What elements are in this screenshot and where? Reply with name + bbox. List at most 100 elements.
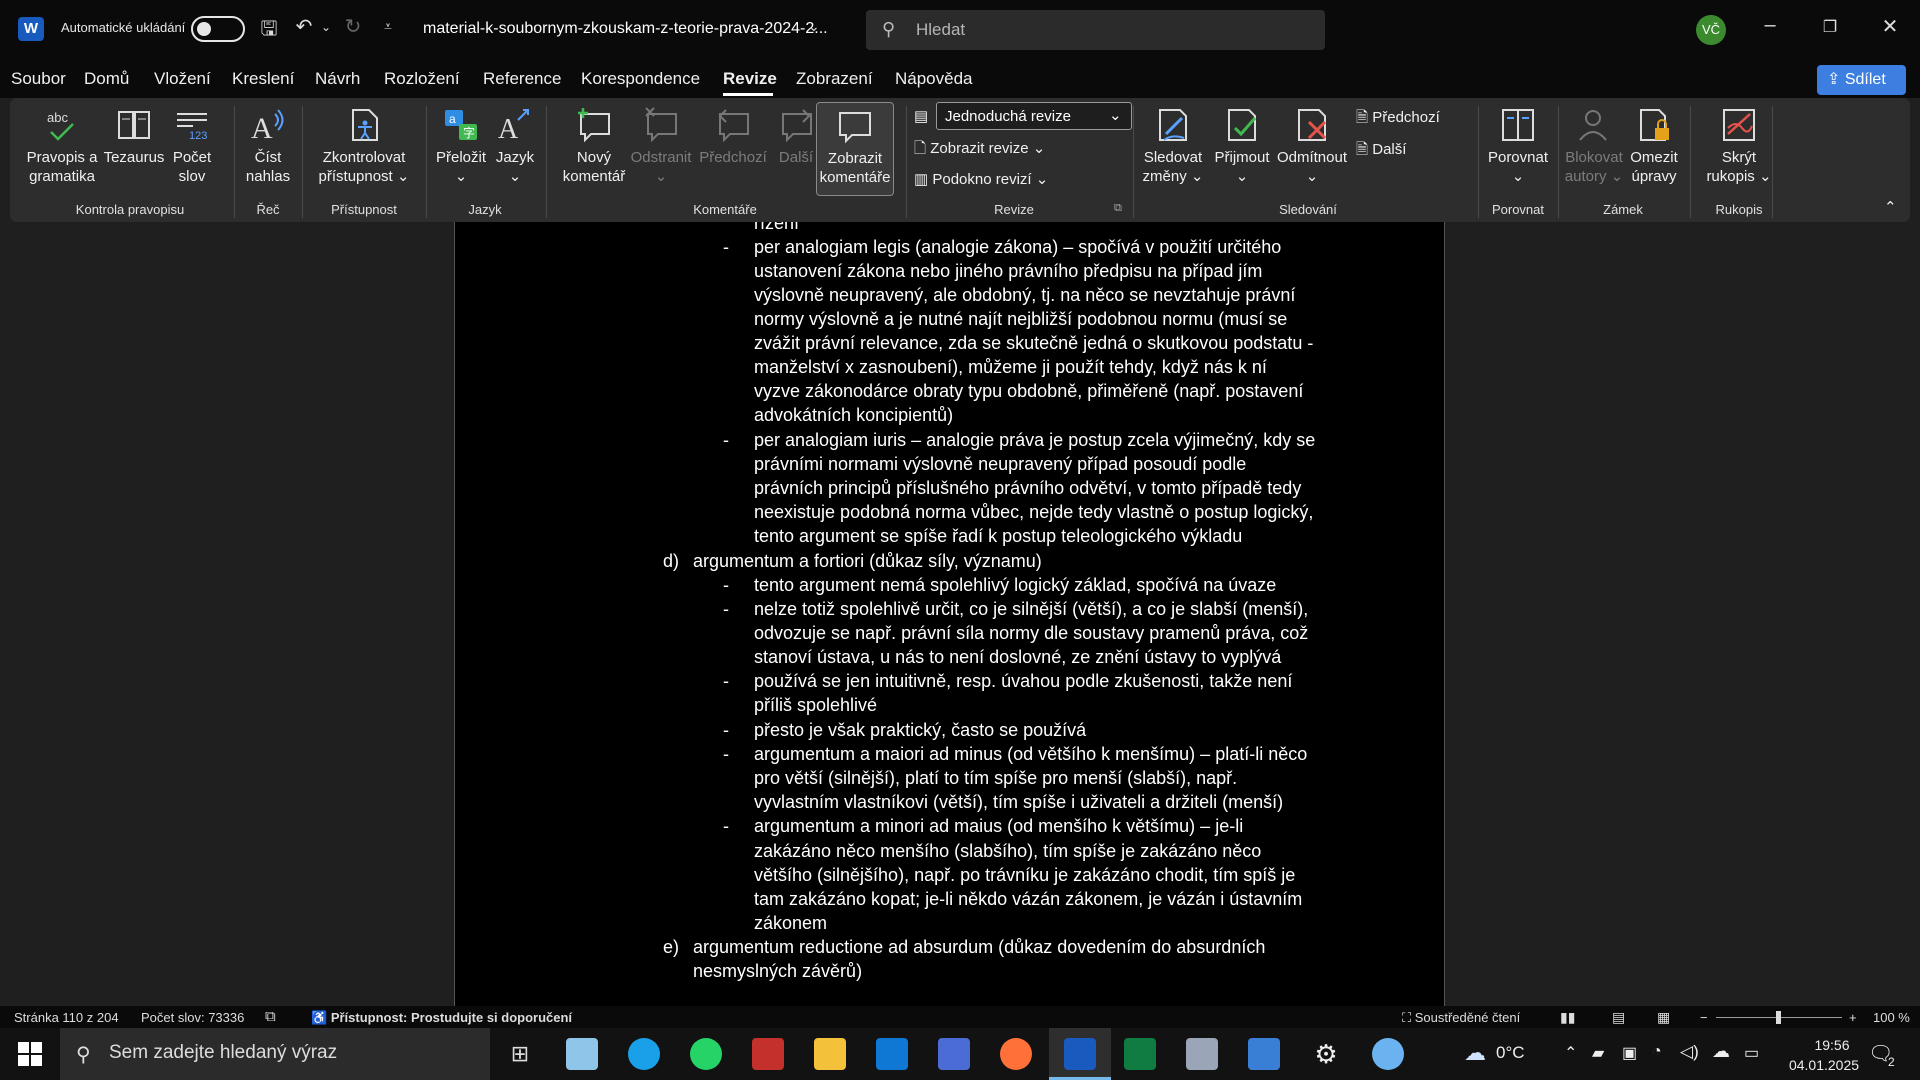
autosave-toggle[interactable] [191,16,245,42]
save-icon[interactable]: 🖫 [256,14,282,48]
share-button[interactable]: ⇪ Sdílet [1817,65,1906,95]
weather-icon[interactable]: ☁ [1464,1040,1486,1066]
menu-kresleni[interactable]: Kreslení [232,69,294,89]
divider [906,106,907,218]
accessibility-icon [352,109,378,141]
outlook-icon[interactable] [876,1038,908,1070]
windows-start-icon[interactable] [16,1040,44,1068]
volume-icon[interactable]: ◁) [1680,1042,1699,1062]
spelling-grammar-button[interactable]: abc Pravopis a gramatika [22,106,102,186]
zoom-slider-thumb[interactable] [1776,1011,1781,1024]
focus-mode-button[interactable]: ⛶ Soustředěné čtení [1402,1010,1520,1026]
file-explorer-icon[interactable] [814,1038,846,1070]
app-icon[interactable] [1186,1038,1218,1070]
tray-overflow-icon[interactable]: ⌃ [1564,1043,1577,1063]
accept-button[interactable]: Přijmout ⌄ [1210,106,1274,186]
web-layout-icon[interactable]: ▦ [1657,1009,1670,1026]
delete-comment-button[interactable]: Odstranit ⌄ [620,106,702,186]
close-icon[interactable]: ✕ [1875,14,1905,39]
group-language: Jazyk [468,202,502,217]
app-icon[interactable] [752,1038,784,1070]
restrict-editing-button[interactable]: Omezit úpravy [1624,106,1684,186]
divider [1478,106,1479,218]
menu-reference[interactable]: Reference [483,69,561,89]
undo-dropdown-icon[interactable]: ⌄ [313,20,339,34]
settings-icon[interactable]: ⚙ [1310,1038,1342,1070]
menu-napoveda[interactable]: Nápověda [895,69,973,89]
group-tracking: Sledování [1279,202,1337,217]
show-markup-button[interactable]: 🗋 Zobrazit revize ⌄ [914,138,1045,163]
reviewing-pane-button[interactable]: ▥ Podokno revizí ⌄ [914,170,1048,188]
device-icon[interactable]: ▣ [1622,1043,1637,1063]
previous-comment-button[interactable]: Předchozí [692,106,774,167]
app-icon[interactable] [566,1038,598,1070]
text-line: advokátních koncipientů) [754,405,954,425]
show-comments-button[interactable]: Zobrazit komentáře [816,102,894,196]
text-line: nelze totiž spolehlivě určit, co je siln… [754,599,1309,619]
accessibility-status[interactable]: ♿ Přístupnost: Prostudujte si doporučení [311,1010,572,1026]
collapse-ribbon-icon[interactable]: ⌃ [1884,198,1897,216]
compare-button[interactable]: Porovnat ⌄ [1484,106,1552,186]
menu-rozlozeni[interactable]: Rozložení [384,69,460,89]
restore-icon[interactable]: ❐ [1815,17,1845,37]
firefox-icon[interactable] [1000,1038,1032,1070]
reject-button[interactable]: Odmítnout ⌄ [1274,106,1350,186]
paint-icon[interactable] [1372,1038,1404,1070]
edge-icon[interactable] [628,1038,660,1070]
check-accessibility-button[interactable]: Zkontrolovat přístupnost ⌄ [308,106,420,186]
onedrive-icon[interactable]: ☁ [1712,1041,1730,1062]
dialog-launcher-icon[interactable]: ⧉ [1114,202,1122,215]
customize-toolbar-icon[interactable]: ⩡ [375,18,401,35]
minimize-icon[interactable]: – [1755,14,1785,37]
markup-mode-select[interactable]: Jednoduchá revize ⌄ [936,102,1132,130]
menu-domu[interactable]: Domů [84,69,129,89]
calculator-icon[interactable] [1248,1038,1280,1070]
document-page[interactable]: řízení - per analogiam legis (analogie z… [454,222,1445,1006]
task-view-icon[interactable]: ⊞ [504,1038,536,1070]
menu-revize[interactable]: Revize [723,69,777,89]
zoom-out-icon[interactable]: − [1700,1010,1708,1025]
read-aloud-button[interactable]: A Číst nahlas [240,106,296,186]
menu-navrh[interactable]: Návrh [315,69,360,89]
text-line: ustanovení zákona nebo jiného právního p… [754,261,1263,281]
track-changes-button[interactable]: Sledovat změny ⌄ [1138,106,1208,186]
hide-ink-button[interactable]: Skrýt rukopis ⌄ [1694,106,1784,186]
word-count-button[interactable]: 123 Počet slov [168,106,216,186]
next-change-button[interactable]: 🗎 Další [1356,139,1406,164]
whatsapp-icon[interactable] [690,1038,722,1070]
search-box[interactable]: ⚲ Hledat [866,10,1325,50]
next-comment-button[interactable]: Další [772,106,820,167]
menu-korespondence[interactable]: Korespondence [581,69,700,89]
taskbar-search[interactable]: ⚲ Sem zadejte hledaný výraz [60,1028,490,1080]
wifi-icon[interactable]: ◔ [1652,1043,1662,1061]
block-authors-label-1: Blokovat [1565,149,1623,166]
proofing-status-icon[interactable]: ⧉ [265,1008,276,1025]
battery-icon[interactable]: ▭ [1744,1043,1759,1063]
menu-soubor[interactable]: Soubor [11,69,66,89]
excel-icon[interactable] [1124,1038,1156,1070]
clock-time[interactable]: 19:56 [1792,1037,1872,1053]
print-layout-icon[interactable]: ▤ [1612,1009,1625,1026]
language-button[interactable]: A Jazyk ⌄ [492,106,538,186]
previous-change-button[interactable]: 🗎 Předchozí [1356,107,1440,132]
weather-temp[interactable]: 0°C [1496,1043,1525,1063]
clock-date[interactable]: 04.01.2025 [1776,1057,1872,1073]
word-taskbar-button[interactable] [1049,1028,1111,1080]
thesaurus-button[interactable]: Tezaurus [102,106,166,167]
document-title[interactable]: material-k-soubornym-zkouskam-z-teorie-p… [423,20,828,38]
user-avatar[interactable]: VČ [1696,15,1726,45]
read-mode-icon[interactable]: ▮▮ [1560,1009,1575,1026]
zoom-in-icon[interactable]: + [1849,1010,1857,1025]
save-app-icon[interactable] [938,1038,970,1070]
title-dropdown-icon[interactable]: ⌄ [808,18,820,35]
word-count[interactable]: Počet slov: 73336 [141,1010,244,1025]
block-authors-button[interactable]: Blokovat autory ⌄ [1562,106,1626,186]
zoom-level[interactable]: 100 % [1873,1010,1910,1025]
menu-vlozeni[interactable]: Vložení [154,69,211,89]
translate-button[interactable]: a字 Přeložit ⌄ [432,106,490,186]
group-revize: Revize [994,202,1034,217]
menu-zobrazeni[interactable]: Zobrazení [796,69,873,89]
tray-app-icon[interactable]: ▰ [1592,1043,1604,1063]
page-indicator[interactable]: Stránka 110 z 204 [14,1010,119,1025]
redo-icon[interactable]: ↻ [340,14,366,39]
